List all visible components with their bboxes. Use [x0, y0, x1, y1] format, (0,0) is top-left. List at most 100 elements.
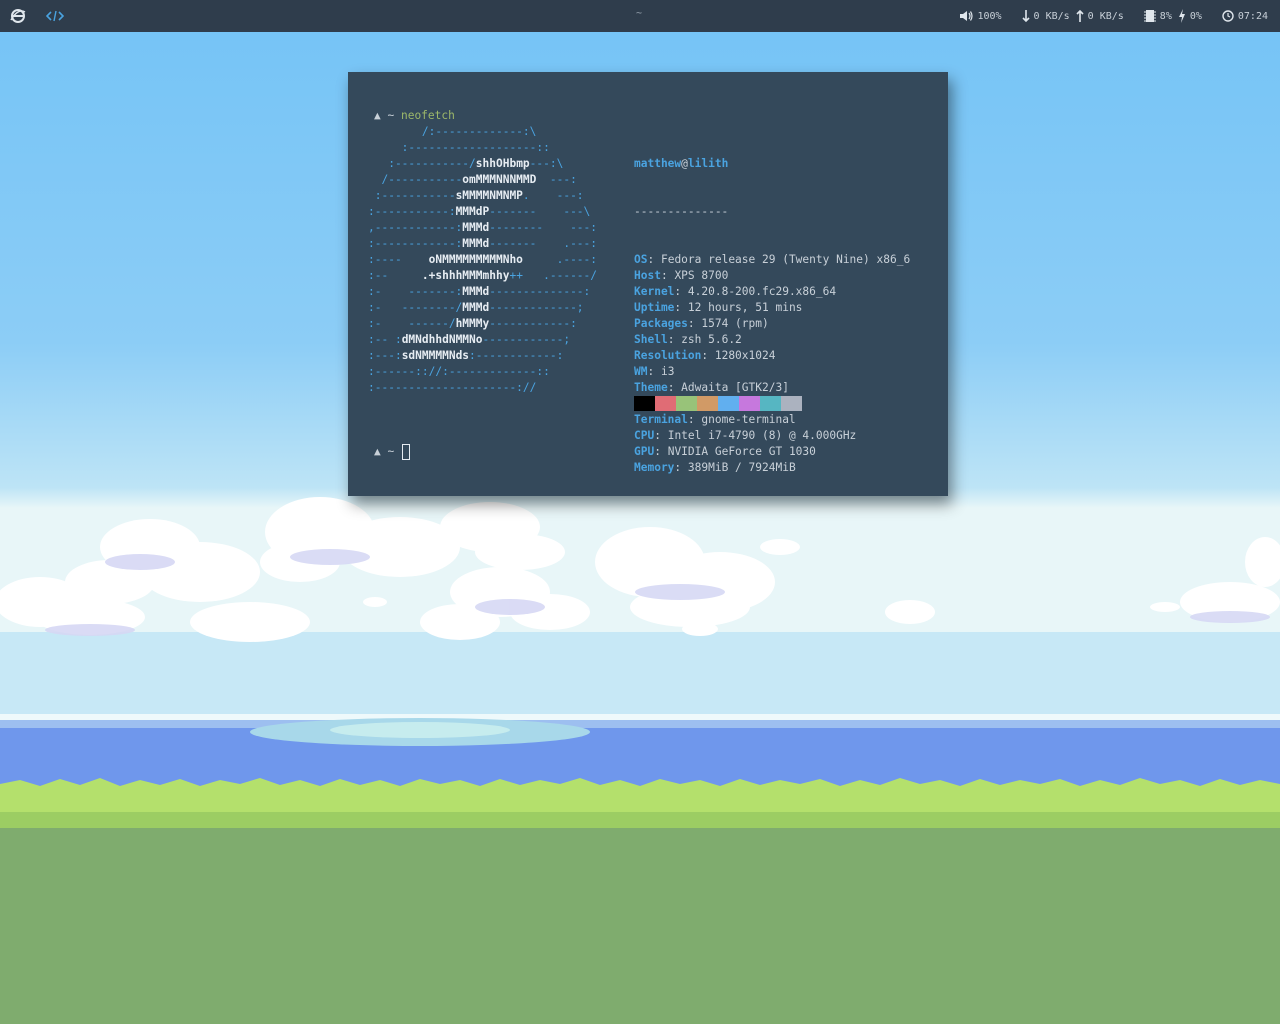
- ascii-line: ,------------:MMMd-------- ---:: [368, 221, 598, 234]
- ascii-line: :---------------------://: [368, 381, 537, 394]
- info-key: Resolution: [634, 349, 702, 362]
- power-value: 0%: [1189, 10, 1202, 22]
- info-value: i3: [660, 365, 675, 378]
- info-value: 12 hours, 51 mins: [687, 301, 803, 314]
- color-swatch: [676, 396, 697, 411]
- power-status: 0%: [1178, 9, 1202, 23]
- info-value: zsh 5.6.2: [681, 333, 742, 346]
- color-swatch: [739, 396, 760, 411]
- info-row: GPU: NVIDIA GeForce GT 1030: [634, 445, 816, 458]
- code-icon: [46, 10, 64, 22]
- info-row: WM: i3: [634, 365, 675, 378]
- volume-value: 100%: [977, 10, 1002, 22]
- system-info: matthew@lilith -------------- OS: Fedora…: [634, 124, 910, 508]
- window-title: ~: [636, 8, 643, 19]
- ascii-line: :-------------------::: [368, 141, 550, 154]
- ascii-line: :---:sdNMMMMNds:------------:: [368, 349, 564, 362]
- lightning-icon: [1178, 9, 1185, 23]
- info-separator: --------------: [634, 205, 729, 218]
- ascii-line: /-----------omMMMNNNMMD ---:: [368, 173, 577, 186]
- info-key: OS: [634, 253, 648, 266]
- info-row: Theme: Adwaita [GTK2/3]: [634, 381, 789, 394]
- command-prompt-line: ▲ ~ neofetch: [374, 108, 455, 124]
- ascii-line: :- ------/hMMMy------------:: [368, 317, 577, 330]
- volume-status[interactable]: 100%: [959, 10, 1002, 22]
- fedora-ascii-logo: /:-------------:\ :-------------------::…: [368, 124, 597, 396]
- color-swatch: [697, 396, 718, 411]
- info-row: Uptime: 12 hours, 51 mins: [634, 301, 803, 314]
- info-row: CPU: Intel i7-4790 (8) @ 4.000GHz: [634, 429, 857, 442]
- ascii-line: :-- :dMNdhhdNMMNo------------;: [368, 333, 571, 346]
- prompt-symbol: ▲ ~: [374, 109, 395, 122]
- network-up-value: 0 KB/s: [1087, 10, 1124, 22]
- active-prompt[interactable]: ▲ ~: [374, 444, 394, 460]
- ascii-line: :---- oNMMMMMMMMMNho .----:: [368, 253, 598, 266]
- workspace-browser[interactable]: [10, 0, 26, 32]
- info-row: Terminal: gnome-terminal: [634, 413, 796, 426]
- terminal-window[interactable]: ▲ ~ neofetch /:-------------:\ :--------…: [348, 72, 948, 496]
- info-key: Kernel: [634, 285, 675, 298]
- info-value: 1280x1024: [714, 349, 776, 362]
- cpu-status: 8%: [1143, 9, 1172, 23]
- color-swatch: [760, 396, 781, 411]
- ascii-line: /:-------------:\: [368, 125, 537, 138]
- volume-icon: [960, 11, 974, 21]
- info-row: Memory: 389MiB / 7924MiB: [634, 461, 796, 474]
- color-swatch: [655, 396, 676, 411]
- ascii-line: :-- .+shhhMMMmhhy++ .------/: [368, 269, 598, 282]
- info-key: Memory: [634, 461, 675, 474]
- info-key: CPU: [634, 429, 655, 442]
- info-row: Resolution: 1280x1024: [634, 349, 776, 362]
- ascii-line: :-----------:MMMdP------- ---\: [368, 205, 591, 218]
- info-value: Adwaita [GTK2/3]: [681, 381, 789, 394]
- info-row: Packages: 1574 (rpm): [634, 317, 769, 330]
- network-down-status: 0 KB/s: [1021, 9, 1070, 23]
- cpu-value: 8%: [1159, 10, 1172, 22]
- workspace-code[interactable]: [46, 0, 64, 32]
- arrow-up-icon: [1076, 9, 1084, 22]
- info-key: Shell: [634, 333, 668, 346]
- clock-status[interactable]: 07:24: [1222, 10, 1268, 22]
- info-row: Kernel: 4.20.8-200.fc29.x86_64: [634, 285, 837, 298]
- network-up-status: 0 KB/s: [1076, 9, 1124, 23]
- info-value: 1574 (rpm): [701, 317, 769, 330]
- info-key: Host: [634, 269, 661, 282]
- prompt-symbol: ▲ ~: [374, 445, 395, 458]
- network-down-value: 0 KB/s: [1033, 10, 1070, 22]
- info-value: XPS 8700: [674, 269, 729, 282]
- arrow-down-icon: [1021, 10, 1030, 23]
- ascii-line: :------:://:-------------::: [368, 365, 550, 378]
- clock-icon: [1222, 10, 1234, 22]
- color-swatch: [634, 396, 655, 411]
- info-row: OS: Fedora release 29 (Twenty Nine) x86_…: [634, 253, 911, 266]
- info-key: Uptime: [634, 301, 675, 314]
- chip-icon: [1143, 10, 1156, 22]
- ascii-line: :------------:MMMd------- .---:: [368, 237, 598, 250]
- info-key: Packages: [634, 317, 688, 330]
- info-value: Intel i7-4790 (8) @ 4.000GHz: [667, 429, 857, 442]
- info-value: 389MiB / 7924MiB: [687, 461, 796, 474]
- info-value: gnome-terminal: [701, 413, 796, 426]
- info-key: Terminal: [634, 413, 688, 426]
- clock-value: 07:24: [1237, 10, 1268, 22]
- color-palette: [634, 396, 802, 411]
- hostname: lilith: [687, 157, 729, 170]
- username: matthew: [634, 157, 682, 170]
- info-value: 4.20.8-200.fc29.x86_64: [687, 285, 837, 298]
- top-bar: ~ 100% 0 KB/s 0 KB/s 8% 0% 07:24: [0, 0, 1280, 32]
- color-swatch: [718, 396, 739, 411]
- user-host-line: matthew@lilith: [634, 157, 729, 170]
- ascii-line: :-----------sMMMMNMNMP. ---:: [368, 189, 584, 202]
- info-value: Fedora release 29 (Twenty Nine) x86_6: [660, 253, 911, 266]
- info-key: Theme: [634, 381, 668, 394]
- ascii-line: :- -------:MMMd--------------:: [368, 285, 591, 298]
- info-key: WM: [634, 365, 648, 378]
- status-tray: 100% 0 KB/s 0 KB/s 8% 0% 07:24: [959, 0, 1268, 32]
- ascii-line: :- --------/MMMd-------------;: [368, 301, 584, 314]
- browser-icon: [10, 9, 26, 23]
- text-cursor: [402, 444, 410, 460]
- typed-command: neofetch: [400, 109, 455, 122]
- ascii-line: :-----------/shhOHbmp---:\: [368, 157, 564, 170]
- info-value: NVIDIA GeForce GT 1030: [667, 445, 816, 458]
- info-row: Host: XPS 8700: [634, 269, 729, 282]
